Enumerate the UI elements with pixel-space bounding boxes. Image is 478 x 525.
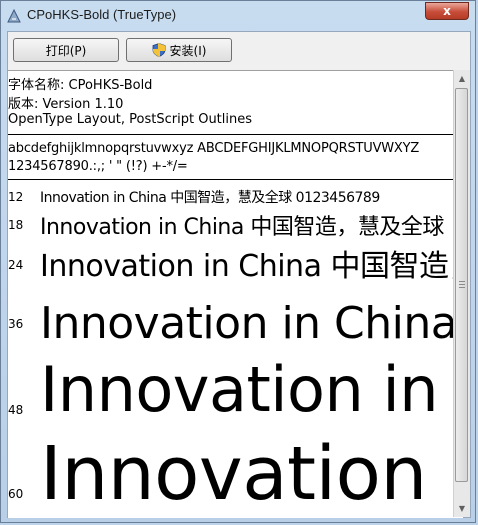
install-button-label: 安装(I)	[169, 43, 207, 58]
sample-size-label: 18	[8, 218, 24, 232]
vertical-scrollbar[interactable]: ▲ ▼	[453, 70, 470, 517]
charset-letters: abcdefghijklmnopqrstuvwxyz ABCDEFGHIJKLM…	[8, 141, 420, 156]
font-name-line: 字体名称: CPoHKS-Bold	[8, 78, 153, 93]
font-preview-pane[interactable]: 字体名称: CPoHKS-Bold 版本: Version 1.10 OpenT…	[8, 70, 463, 518]
sample-row-24: 24 Innovation in China 中国智造，慧	[8, 241, 463, 287]
font-viewer-window: CPoHKS-Bold (TrueType) x 打印(P) 安装(I) 字体名…	[0, 0, 476, 523]
font-type-line: OpenType Layout, PostScript Outlines	[8, 112, 253, 127]
sample-row-48: 48 Innovation in Ch	[8, 353, 463, 441]
grip-icon	[459, 284, 465, 285]
sample-text: Innovation in	[40, 431, 463, 517]
grip-icon	[459, 287, 465, 288]
divider	[8, 134, 463, 135]
toolbar: 打印(P) 安装(I)	[8, 32, 470, 68]
sample-text: Innovation in China 中国智造，慧	[40, 249, 463, 284]
uac-shield-icon	[152, 43, 166, 57]
sample-text: Innovation in China 中	[40, 298, 463, 349]
scroll-up-icon[interactable]: ▲	[454, 70, 470, 87]
close-icon: x	[443, 4, 451, 18]
scroll-thumb[interactable]	[455, 88, 468, 482]
install-button[interactable]: 安装(I)	[126, 38, 232, 62]
sample-text: Innovation in China 中国智造，慧及全球	[40, 215, 444, 240]
charset-digits: 1234567890.:,; ' " (!?) +-*/=	[8, 159, 188, 174]
window-title: CPoHKS-Bold (TrueType)	[27, 7, 177, 22]
font-file-icon	[7, 8, 21, 23]
sample-size-label: 36	[8, 317, 24, 331]
sample-text: Innovation in China 中国智造，慧及全球 0123456789	[40, 190, 380, 206]
scroll-down-icon[interactable]: ▼	[454, 500, 470, 517]
print-button[interactable]: 打印(P)	[13, 38, 119, 62]
sample-size-label: 12	[8, 190, 24, 204]
close-button[interactable]: x	[425, 2, 469, 20]
sample-text: Innovation in Ch	[40, 353, 463, 426]
sample-row-18: 18 Innovation in China 中国智造，慧及全球	[8, 209, 463, 241]
sample-row-60: 60 Innovation in	[8, 431, 463, 518]
sample-row-12: 12 Innovation in China 中国智造，慧及全球 0123456…	[8, 187, 463, 209]
sample-row-36: 36 Innovation in China 中	[8, 287, 463, 359]
sample-size-label: 60	[8, 487, 24, 501]
divider	[8, 179, 463, 180]
title-bar[interactable]: CPoHKS-Bold (TrueType) x	[1, 1, 475, 31]
font-version-line: 版本: Version 1.10	[8, 97, 124, 112]
grip-icon	[459, 281, 465, 282]
sample-size-label: 24	[8, 258, 24, 272]
sample-size-label: 48	[8, 403, 24, 417]
client-area: 打印(P) 安装(I) 字体名称: CPoHKS-Bold 版本: Versio…	[7, 31, 471, 518]
print-button-label: 打印(P)	[45, 43, 87, 58]
